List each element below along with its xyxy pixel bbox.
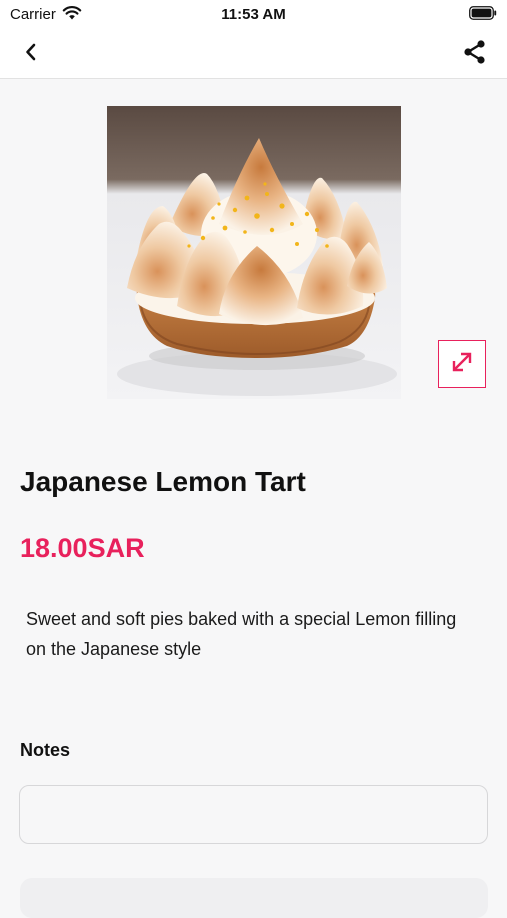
expand-icon	[449, 349, 475, 380]
product-price: 18.00SAR	[20, 533, 145, 563]
notes-input[interactable]	[19, 785, 488, 844]
expand-image-button[interactable]	[438, 340, 486, 388]
back-button[interactable]	[16, 38, 46, 70]
share-button[interactable]	[459, 38, 491, 70]
battery-icon	[469, 6, 497, 24]
product-description: Sweet and soft pies baked with a special…	[26, 609, 457, 659]
bottom-card	[20, 878, 488, 918]
nav-bar	[0, 30, 507, 79]
chevron-left-icon	[24, 42, 38, 67]
product-title: Japanese Lemon Tart	[20, 466, 306, 497]
share-icon	[462, 39, 488, 70]
status-time: 11:53 AM	[221, 6, 286, 23]
notes-label: Notes	[20, 740, 71, 760]
product-image	[107, 106, 401, 399]
status-bar: Carrier 11:53 AM	[0, 0, 507, 30]
